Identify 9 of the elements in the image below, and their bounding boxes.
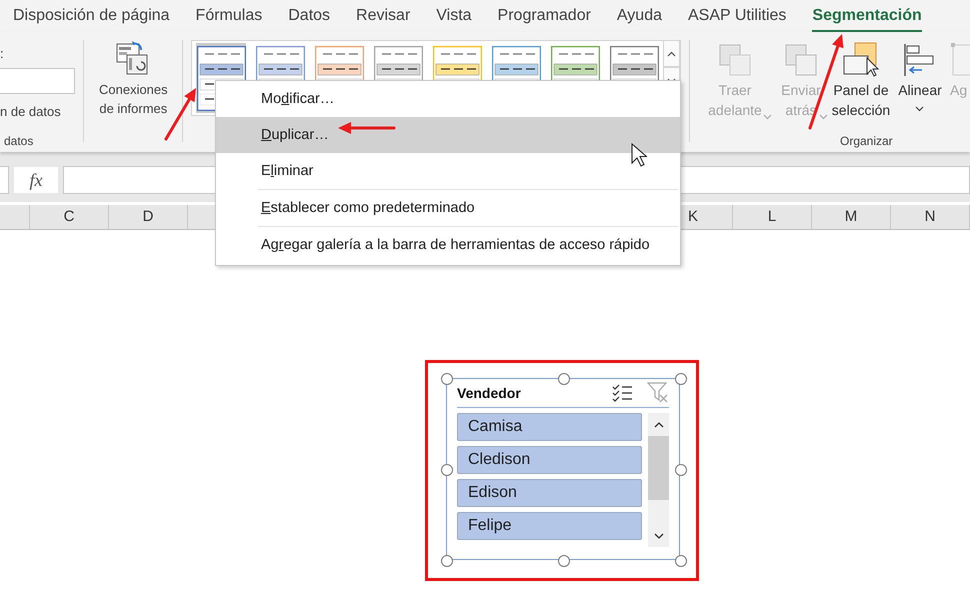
column-header: C xyxy=(30,205,109,229)
group-label: Organizar xyxy=(840,134,893,148)
field-label: : xyxy=(0,46,4,61)
column-header: M xyxy=(812,205,891,229)
column-header: N xyxy=(891,205,970,229)
column-header: D xyxy=(109,205,188,229)
slicer-title: Vendedor xyxy=(457,385,522,401)
group-label: datos xyxy=(4,134,34,148)
column-header: L xyxy=(733,205,812,229)
